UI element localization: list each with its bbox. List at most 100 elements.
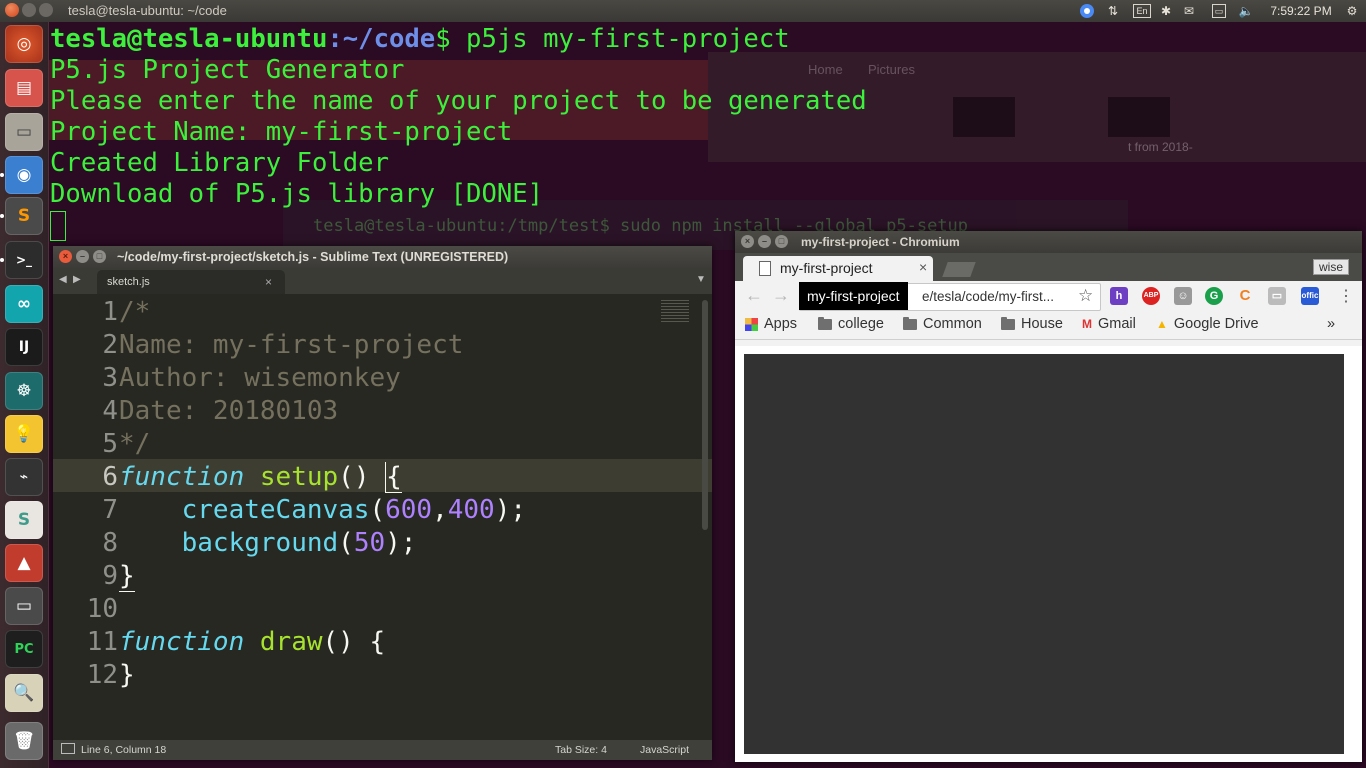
- bookmark-house[interactable]: House: [1001, 316, 1063, 332]
- ubuntu-dash-icon[interactable]: ◎: [5, 25, 43, 63]
- ghostery-extension-icon[interactable]: ☺: [1174, 287, 1192, 305]
- sublime-close-button[interactable]: ×: [59, 250, 72, 263]
- p5-canvas[interactable]: [744, 354, 1344, 754]
- tab-size-selector[interactable]: Tab Size: 4: [555, 744, 607, 756]
- chromium-maximize-button[interactable]: □: [775, 235, 788, 248]
- bluetooth-icon[interactable]: ✱: [1158, 2, 1174, 20]
- sublime-window[interactable]: × – □ ~/code/my-first-project/sketch.js …: [53, 246, 712, 760]
- sublime-maximize-button[interactable]: □: [93, 250, 106, 263]
- folder-icon: [818, 316, 832, 330]
- chromium-close-button[interactable]: ×: [741, 235, 754, 248]
- line-number: 6: [102, 462, 118, 492]
- battery-icon[interactable]: ▭: [1208, 2, 1230, 20]
- files-home-label: Home: [808, 62, 843, 77]
- syntax-selector[interactable]: JavaScript: [640, 744, 689, 756]
- tab-sketch-js[interactable]: sketch.js ×: [97, 270, 285, 294]
- tab-menu-chevron-down-icon[interactable]: ▼: [696, 274, 706, 285]
- minimize-window-button[interactable]: [22, 3, 36, 17]
- bookmark-star-icon[interactable]: ☆: [1078, 286, 1093, 306]
- code-number: 400: [447, 495, 495, 525]
- close-window-button[interactable]: [5, 3, 19, 17]
- bookmark-gmail[interactable]: M Gmail: [1082, 316, 1136, 332]
- tab-label: sketch.js: [107, 276, 150, 288]
- bookmark-label: House: [1021, 316, 1063, 332]
- editor-scrollbar[interactable]: [702, 300, 708, 530]
- profile-button[interactable]: wise: [1313, 259, 1350, 275]
- bookmark-common[interactable]: Common: [903, 316, 982, 332]
- c-extension-icon[interactable]: C: [1236, 287, 1254, 305]
- trash-icon[interactable]: 🗑: [5, 722, 43, 760]
- screenshot-extension-icon[interactable]: ▭: [1268, 287, 1286, 305]
- line-number: 9: [102, 561, 118, 591]
- terminal-prompt-line: tesla@tesla-ubuntu:~/code$ p5js my-first…: [50, 24, 790, 55]
- tab-next-icon[interactable]: ▶: [73, 274, 81, 285]
- bookmarks-bar: Apps college Common House M Gmail ▲ Google…: [735, 311, 1362, 340]
- intellij-icon[interactable]: IJ: [5, 328, 43, 366]
- volume-icon[interactable]: 🔈: [1237, 2, 1255, 20]
- code-function-name: draw: [259, 627, 323, 657]
- terminal-cursor-line: [50, 210, 66, 241]
- file-manager-icon[interactable]: ▭: [5, 113, 43, 151]
- terminal-icon[interactable]: >_: [5, 241, 43, 279]
- grammarly-extension-icon[interactable]: G: [1205, 287, 1223, 305]
- image-viewer-icon[interactable]: 🔍: [5, 674, 43, 712]
- office-extension-icon[interactable]: offic: [1301, 287, 1319, 305]
- panel-toggle-icon[interactable]: [61, 743, 75, 754]
- bookmark-google-drive[interactable]: ▲ Google Drive: [1156, 316, 1259, 332]
- keyboard-layout-indicator[interactable]: En: [1132, 2, 1152, 20]
- chromium-minimize-button[interactable]: –: [758, 235, 771, 248]
- adblock-extension-icon[interactable]: ABP: [1142, 287, 1160, 305]
- folder-icon: [1001, 316, 1015, 330]
- lightbulb-icon[interactable]: 💡: [5, 415, 43, 453]
- clock[interactable]: 7:59:22 PM: [1266, 2, 1336, 20]
- forward-arrow-icon[interactable]: →: [772, 285, 790, 306]
- back-arrow-icon[interactable]: ←: [745, 285, 763, 306]
- bookmark-college[interactable]: college: [818, 316, 884, 332]
- line-number: 5: [102, 429, 118, 459]
- prompt-command: $ p5js my-first-project: [435, 24, 790, 54]
- new-tab-button[interactable]: [942, 262, 976, 277]
- page-icon: [759, 261, 771, 276]
- thumbnail: [1108, 97, 1170, 137]
- folder-icon: [903, 316, 917, 330]
- line-number: 3: [102, 363, 118, 393]
- google-drive-icon[interactable]: ▲: [5, 544, 43, 582]
- sublime-text-icon[interactable]: S: [5, 197, 43, 235]
- usb-drive-icon[interactable]: ▭: [5, 587, 43, 625]
- power-gear-icon[interactable]: ⚙: [1342, 2, 1362, 20]
- code-keyword: function: [119, 462, 245, 492]
- line-number: 4: [102, 396, 118, 426]
- code-editor[interactable]: 1 2 3 4 5 6 7 8 9 10 11 12 /* Name: my-f…: [53, 294, 712, 740]
- chromium-window[interactable]: × – □ my-first-project - Chromium my-fir…: [735, 231, 1362, 762]
- slack-icon[interactable]: S: [5, 501, 43, 539]
- files-icon[interactable]: ▤: [5, 69, 43, 107]
- network-arrows-icon[interactable]: ⇅: [1103, 2, 1123, 20]
- chromium-titlebar[interactable]: × – □ my-first-project - Chromium: [735, 231, 1362, 253]
- gitkraken-icon[interactable]: ☸: [5, 372, 43, 410]
- code-keyword: function: [119, 627, 245, 657]
- bookmark-apps[interactable]: Apps: [745, 316, 797, 332]
- top-panel: tesla@tesla-ubuntu: ~/code ⇅ En ✱ ✉ ▭ 🔈 …: [0, 0, 1366, 22]
- pycharm-icon[interactable]: PC: [5, 630, 43, 668]
- cursor-position: Line 6, Column 18: [81, 744, 167, 756]
- tab-close-icon[interactable]: ×: [919, 259, 927, 275]
- tab-close-icon[interactable]: ×: [265, 275, 272, 289]
- minimap[interactable]: [661, 300, 689, 322]
- maximize-window-button[interactable]: [39, 3, 53, 17]
- arduino-icon[interactable]: ∞: [5, 285, 43, 323]
- sublime-minimize-button[interactable]: –: [76, 250, 89, 263]
- tab-prev-icon[interactable]: ◀: [59, 274, 67, 285]
- code-text: () {: [322, 627, 386, 657]
- system-monitor-icon[interactable]: ⌁: [5, 458, 43, 496]
- honey-extension-icon[interactable]: h: [1110, 287, 1128, 305]
- line-number: 8: [102, 528, 118, 558]
- page-viewport[interactable]: [735, 346, 1362, 762]
- mail-icon[interactable]: ✉: [1180, 2, 1198, 20]
- bookmarks-overflow-button[interactable]: »: [1327, 316, 1335, 332]
- sublime-titlebar[interactable]: × – □ ~/code/my-first-project/sketch.js …: [53, 246, 712, 268]
- chromium-icon[interactable]: ◉: [5, 156, 43, 194]
- chrome-tray-icon[interactable]: [1077, 2, 1097, 20]
- browser-tab[interactable]: my-first-project ×: [743, 256, 933, 281]
- code-line: Date: 20180103: [119, 396, 339, 426]
- menu-dots-icon[interactable]: ⋮: [1338, 286, 1354, 306]
